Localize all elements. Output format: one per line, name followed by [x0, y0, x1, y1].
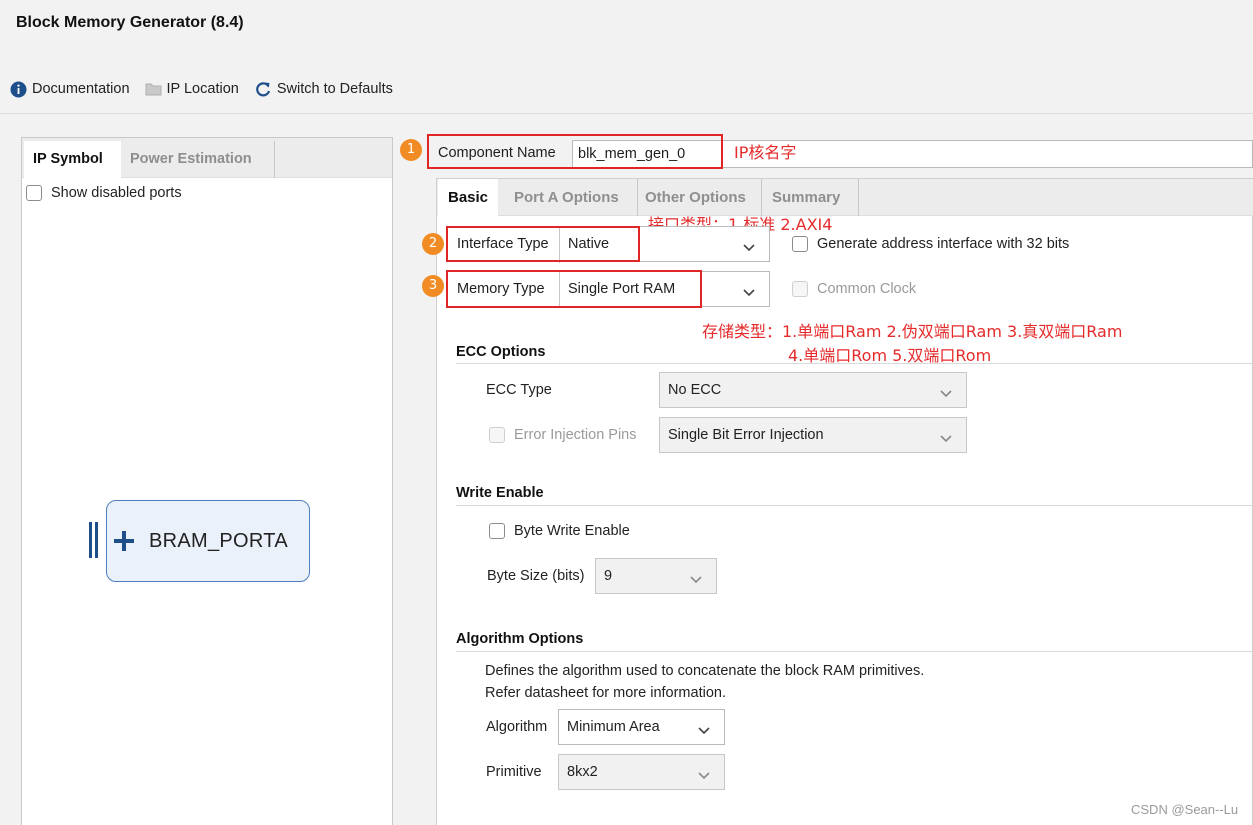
- algorithm-value: Minimum Area: [567, 719, 660, 735]
- error-injection-checkbox[interactable]: [489, 427, 505, 443]
- badge-1: 1: [400, 139, 422, 161]
- ip-location-label: IP Location: [166, 81, 239, 97]
- toolbar-divider: [0, 113, 1253, 114]
- common-clock-checkbox[interactable]: [792, 281, 808, 297]
- ecc-divider: [456, 363, 1253, 364]
- show-disabled-ports[interactable]: Show disabled ports: [26, 185, 182, 201]
- write-enable-divider: [456, 505, 1253, 506]
- plus-icon[interactable]: [113, 530, 135, 555]
- badge-2: 2: [422, 233, 444, 255]
- ecc-type-label: ECC Type: [486, 382, 552, 398]
- common-clock-label: Common Clock: [817, 281, 917, 297]
- chevron-down-icon: [698, 722, 710, 738]
- error-injection-value: Single Bit Error Injection: [668, 427, 824, 443]
- chevron-down-icon: [743, 239, 755, 255]
- primitive-select[interactable]: 8kx2: [558, 754, 725, 790]
- annotation-ip-name: IP核名字: [734, 143, 797, 162]
- config-tabs: Basic Port A Options Other Options Summa…: [437, 179, 1253, 216]
- toolbar: Documentation IP Location Switch to Defa…: [10, 79, 408, 99]
- documentation-label: Documentation: [32, 81, 130, 97]
- byte-write-enable-checkbox[interactable]: [489, 523, 505, 539]
- gen-addr-32-checkbox[interactable]: [792, 236, 808, 252]
- tab-ip-symbol[interactable]: IP Symbol: [24, 141, 121, 178]
- byte-size-label: Byte Size (bits): [487, 568, 585, 584]
- show-disabled-ports-label: Show disabled ports: [51, 185, 182, 201]
- byte-write-enable-label: Byte Write Enable: [514, 523, 630, 539]
- write-enable-section-title: Write Enable: [456, 485, 544, 501]
- component-name-label: Component Name: [438, 145, 556, 161]
- algorithm-label: Algorithm: [486, 719, 548, 735]
- ip-location-button[interactable]: IP Location: [145, 81, 239, 97]
- switch-defaults-button[interactable]: Switch to Defaults: [254, 80, 393, 98]
- watermark: CSDN @Sean--Lu: [1131, 802, 1239, 817]
- left-panel: IP Symbol Power Estimation Show disabled…: [21, 137, 393, 825]
- refresh-icon: [254, 80, 272, 98]
- common-clock-option[interactable]: Common Clock: [792, 281, 916, 297]
- tab-power-estimation-label: Power Estimation: [130, 151, 252, 167]
- highlight-interface-type: [446, 226, 640, 262]
- algorithm-divider: [456, 651, 1253, 652]
- algorithm-desc-1: Defines the algorithm used to concatenat…: [485, 663, 925, 679]
- highlight-memory-type: [446, 270, 702, 308]
- tab-port-a-options[interactable]: Port A Options: [503, 179, 638, 216]
- algorithm-desc-2: Refer datasheet for more information.: [485, 685, 726, 701]
- byte-size-select[interactable]: 9: [595, 558, 717, 594]
- switch-defaults-label: Switch to Defaults: [276, 81, 393, 97]
- chevron-down-icon: [940, 385, 952, 401]
- folder-icon: [145, 82, 162, 96]
- badge-3: 3: [422, 275, 444, 297]
- window-title: Block Memory Generator (8.4): [16, 14, 244, 31]
- chevron-down-icon: [698, 767, 710, 783]
- algorithm-section-title: Algorithm Options: [456, 631, 584, 647]
- documentation-button[interactable]: Documentation: [10, 81, 130, 98]
- annotation-memory-line1: 存储类型：1.单端口Ram 2.伪双端口Ram 3.真双端口Ram: [702, 322, 1123, 341]
- byte-write-enable-option[interactable]: Byte Write Enable: [489, 523, 630, 539]
- tab-power-estimation[interactable]: Power Estimation: [130, 141, 275, 178]
- tab-basic[interactable]: Basic: [438, 179, 499, 216]
- chevron-down-icon: [690, 571, 702, 587]
- ecc-section-title: ECC Options: [456, 344, 546, 360]
- left-tabs: IP Symbol Power Estimation: [22, 138, 392, 178]
- port-bus-icon: [88, 522, 104, 561]
- gen-addr-32-option[interactable]: Generate address interface with 32 bits: [792, 236, 1069, 252]
- byte-size-value: 9: [604, 568, 613, 584]
- primitive-value: 8kx2: [567, 764, 598, 780]
- info-icon: [10, 81, 27, 98]
- algorithm-select[interactable]: Minimum Area: [558, 709, 725, 745]
- show-disabled-ports-checkbox[interactable]: [26, 185, 42, 201]
- primitive-label: Primitive: [486, 764, 542, 780]
- chevron-down-icon: [743, 284, 755, 300]
- chevron-down-icon: [940, 430, 952, 446]
- error-injection-select[interactable]: Single Bit Error Injection: [659, 417, 967, 453]
- gen-addr-32-label: Generate address interface with 32 bits: [817, 236, 1070, 252]
- bram-porta-label: BRAM_PORTA: [149, 530, 288, 552]
- error-injection-option[interactable]: Error Injection Pins: [489, 427, 637, 443]
- ecc-type-select[interactable]: No ECC: [659, 372, 967, 408]
- error-injection-label: Error Injection Pins: [514, 427, 637, 443]
- ecc-type-value: No ECC: [668, 382, 722, 398]
